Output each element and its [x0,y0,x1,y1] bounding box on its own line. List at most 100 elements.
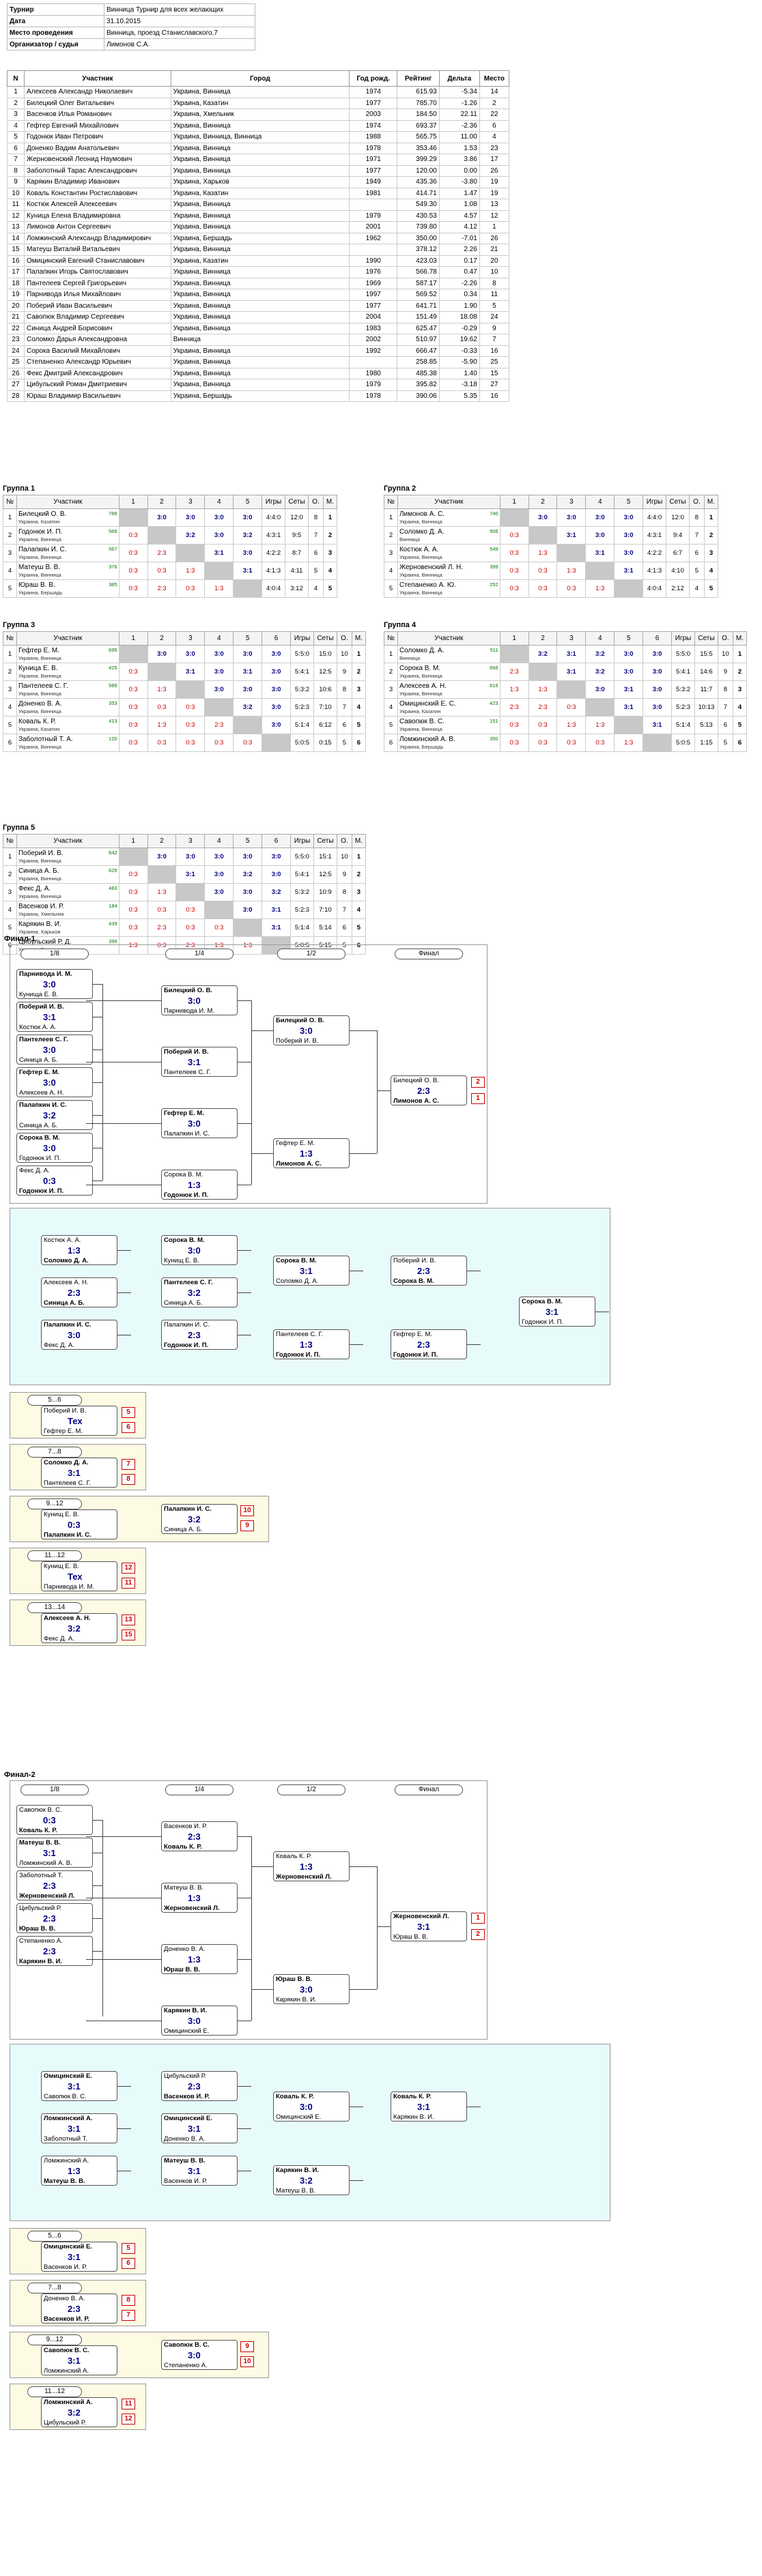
participant-cell: 1949 [348,176,398,188]
group-participant: 786 Билецкий О. В. Украина, Казатин [16,508,119,527]
group-score: 0:3 [118,865,148,884]
participant-city: Украина, Винница [399,673,442,679]
group-header: Игры [290,834,314,848]
games: 5:1:4 [671,716,695,734]
participant-city: Украина, Винница [399,554,442,560]
games: 5:5:0 [290,645,314,663]
points: 10 [717,645,733,663]
participant-cell [348,199,398,211]
participant-name: Годонюк И. П. [18,528,63,536]
match-player-b: Омицинский Е. [164,2027,210,2035]
place: 5 [703,579,719,598]
group-score [585,562,615,580]
group-participant: 505 Соломко Д. А. Винница [397,526,500,545]
participant-row: 17 Палапкин Игорь Святославович Украина, В… [7,266,510,278]
match-score: 3:0 [300,1984,313,1995]
sets: 3:12 [285,579,309,598]
group-row-number: 3 [3,680,17,699]
group-score [556,544,587,562]
group-header: 1 [118,834,148,848]
participant-cell: 0.00 [438,164,480,177]
group-participant: 626 Синица А. Б. Украина, Винница [16,865,119,884]
group-header: 2 [147,495,177,509]
group-score: 3:0 [262,680,292,699]
group-score: 0:3 [175,579,206,598]
group-score: 1:3 [556,716,587,734]
match-score: 2:3 [43,1881,56,1891]
group-score: 0:3 [118,562,148,580]
group-row: 1 511 Соломко Д. А. Винница 3:2 3:1 3:2 3:0 3:0 5… [384,645,748,663]
group-score [175,544,206,562]
group-score: 0:3 [499,716,529,734]
participant-cell: 1962 [348,232,398,244]
participant-cell: 353.46 [397,142,440,154]
rating: 399 [490,564,498,570]
group-header: 2 [528,495,558,509]
participant-row: 18 Пантелеев Сергей Григорьевич Украина, В… [7,277,510,289]
participant-cell: 17 [7,266,25,278]
group-header: Игры [643,495,667,509]
games: 5:5:0 [671,645,695,663]
group-score: 3:0 [614,663,644,681]
participant-row: 15 Матеуш Виталий Витальевич Украина, Винн… [7,244,510,256]
participant-cell: 549.30 [397,199,440,211]
participant-cell: 395.82 [397,379,440,391]
sets: 7:10 [313,901,337,919]
match-box: Гефтер Е. М. 2:3 Годонюк И. П. [391,1329,467,1359]
rating: 376 [109,564,117,570]
group-header: 4 [585,495,615,509]
match-score: 3:1 [68,2124,81,2134]
group-row: 5 151 Савопюк В. С. Украина, Винница 0:3 0:3 1… [384,716,748,734]
participant-cell: Украина, Винница [170,379,350,391]
group-row: 3 589 Пантелеев С. Г. Украина, Винница 0:3 1:… [3,680,367,699]
participant-name: Куница Е. В. [18,665,58,672]
participant-row: 4 Гефтер Евгений Михайлович Украина, Винни… [7,119,510,132]
round-header: 7...8 [27,1447,82,1458]
match-player-a: Степаненко А. [19,1937,63,1945]
group-participant: 642 Поберий И. В. Украина, Винница [16,848,119,866]
group-header: О. [336,834,352,848]
match-player-a: Палапкин И. С. [164,1505,212,1513]
games: 5:0:5 [290,734,314,752]
participant-cell: 23 [7,334,25,346]
group-participant: 399 Жерновенский Л. Н. Украина, Винница [397,562,500,580]
group-score: 3:0 [233,883,263,901]
group-score [233,716,263,734]
match-box: Поберий И. В. 3:1 Пантелеев С. Г. [161,1047,238,1077]
match-box: Жерновенский Л. 3:1 Юраш В. В. [391,1911,467,1941]
participant-cell: 378.12 [397,244,440,256]
participant-cell: 5.35 [438,390,480,402]
participant-cell: 4 [7,119,25,132]
final-title: Финал-1 [4,935,36,943]
main-header: Место [479,70,510,87]
group-score: 0:3 [528,716,558,734]
match-player-b: Карякин В. И. [393,2113,434,2121]
participant-cell: 1997 [348,289,398,301]
participant-cell: 26 [479,232,510,244]
group-score [233,918,263,937]
group-table: № Участник 1 2 3 4 5 6 Игры Сеты О. М. 1 695 Гефтер Е.… [3,631,367,752]
participant-cell: 399.29 [397,154,440,166]
match-score: 2:3 [417,1340,430,1350]
rating: 566 [109,528,117,534]
games: 4:2:2 [643,544,667,562]
round-header: Финал [395,1784,463,1795]
participant-cell: Поберий Иван Васильевич [23,300,171,312]
participant-cell: 693.37 [397,119,440,132]
sets: 8:7 [285,544,309,562]
connector-line [350,2180,363,2181]
participant-cell: Украина, Харьков [170,176,350,188]
participant-cell: Украина, Винница [170,266,350,278]
sets: 10:9 [313,883,337,901]
match-player-b: Парнивода И. М. [44,1583,95,1591]
group-participant: 120 Заболотный Т. А. Украина, Винница [16,734,119,752]
group-score: 3:0 [175,508,206,527]
match-player-a: Заболотный Т. [19,1872,63,1879]
group-header: О. [717,631,733,646]
round-header: 1/4 [165,1784,234,1795]
sets: 12:5 [313,865,337,884]
participant-name: Коваль К. Р. [18,718,56,725]
match-box: Коваль К. Р. 1:3 Жерновенский Л. [273,1851,350,1881]
match-player-a: Пантелеев С. Г. [164,1279,213,1286]
participant-row: 16 Омицинский Евгений Станиславович Украин… [7,255,510,267]
